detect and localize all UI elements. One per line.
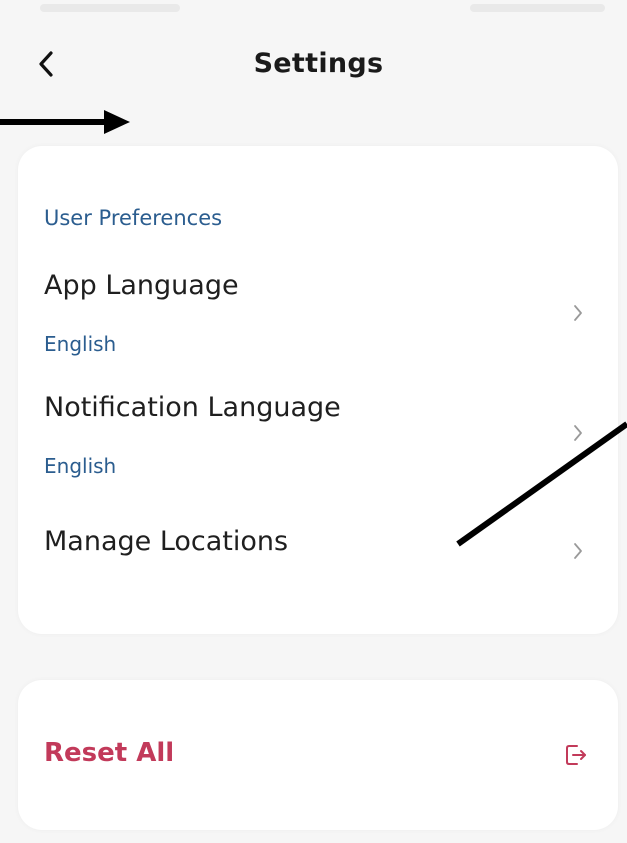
app-language-title: App Language (44, 270, 239, 301)
chevron-right-icon (568, 300, 588, 326)
annotation-arrow-right (0, 110, 130, 134)
notification-language-title: Notification Language (44, 392, 341, 423)
header: Settings (0, 30, 627, 100)
notification-language-row[interactable]: Notification Language English (18, 392, 618, 502)
chevron-right-icon (568, 538, 588, 564)
manage-locations-title: Manage Locations (44, 526, 289, 557)
status-bar (0, 0, 627, 20)
user-preferences-card: User Preferences App Language English No… (18, 146, 618, 634)
app-language-row[interactable]: App Language English (18, 270, 618, 380)
status-bar-right (470, 4, 605, 12)
status-bar-left (40, 4, 180, 12)
section-heading: User Preferences (44, 206, 223, 230)
logout-icon (566, 745, 586, 765)
manage-locations-row[interactable]: Manage Locations (18, 526, 618, 586)
app-language-value: English (44, 332, 117, 356)
page-title: Settings (253, 48, 384, 79)
reset-all-label: Reset All (44, 738, 175, 768)
reset-card: Reset All (18, 680, 618, 830)
notification-language-value: English (44, 454, 117, 478)
reset-all-button[interactable]: Reset All (18, 726, 618, 784)
chevron-right-icon (568, 420, 588, 446)
